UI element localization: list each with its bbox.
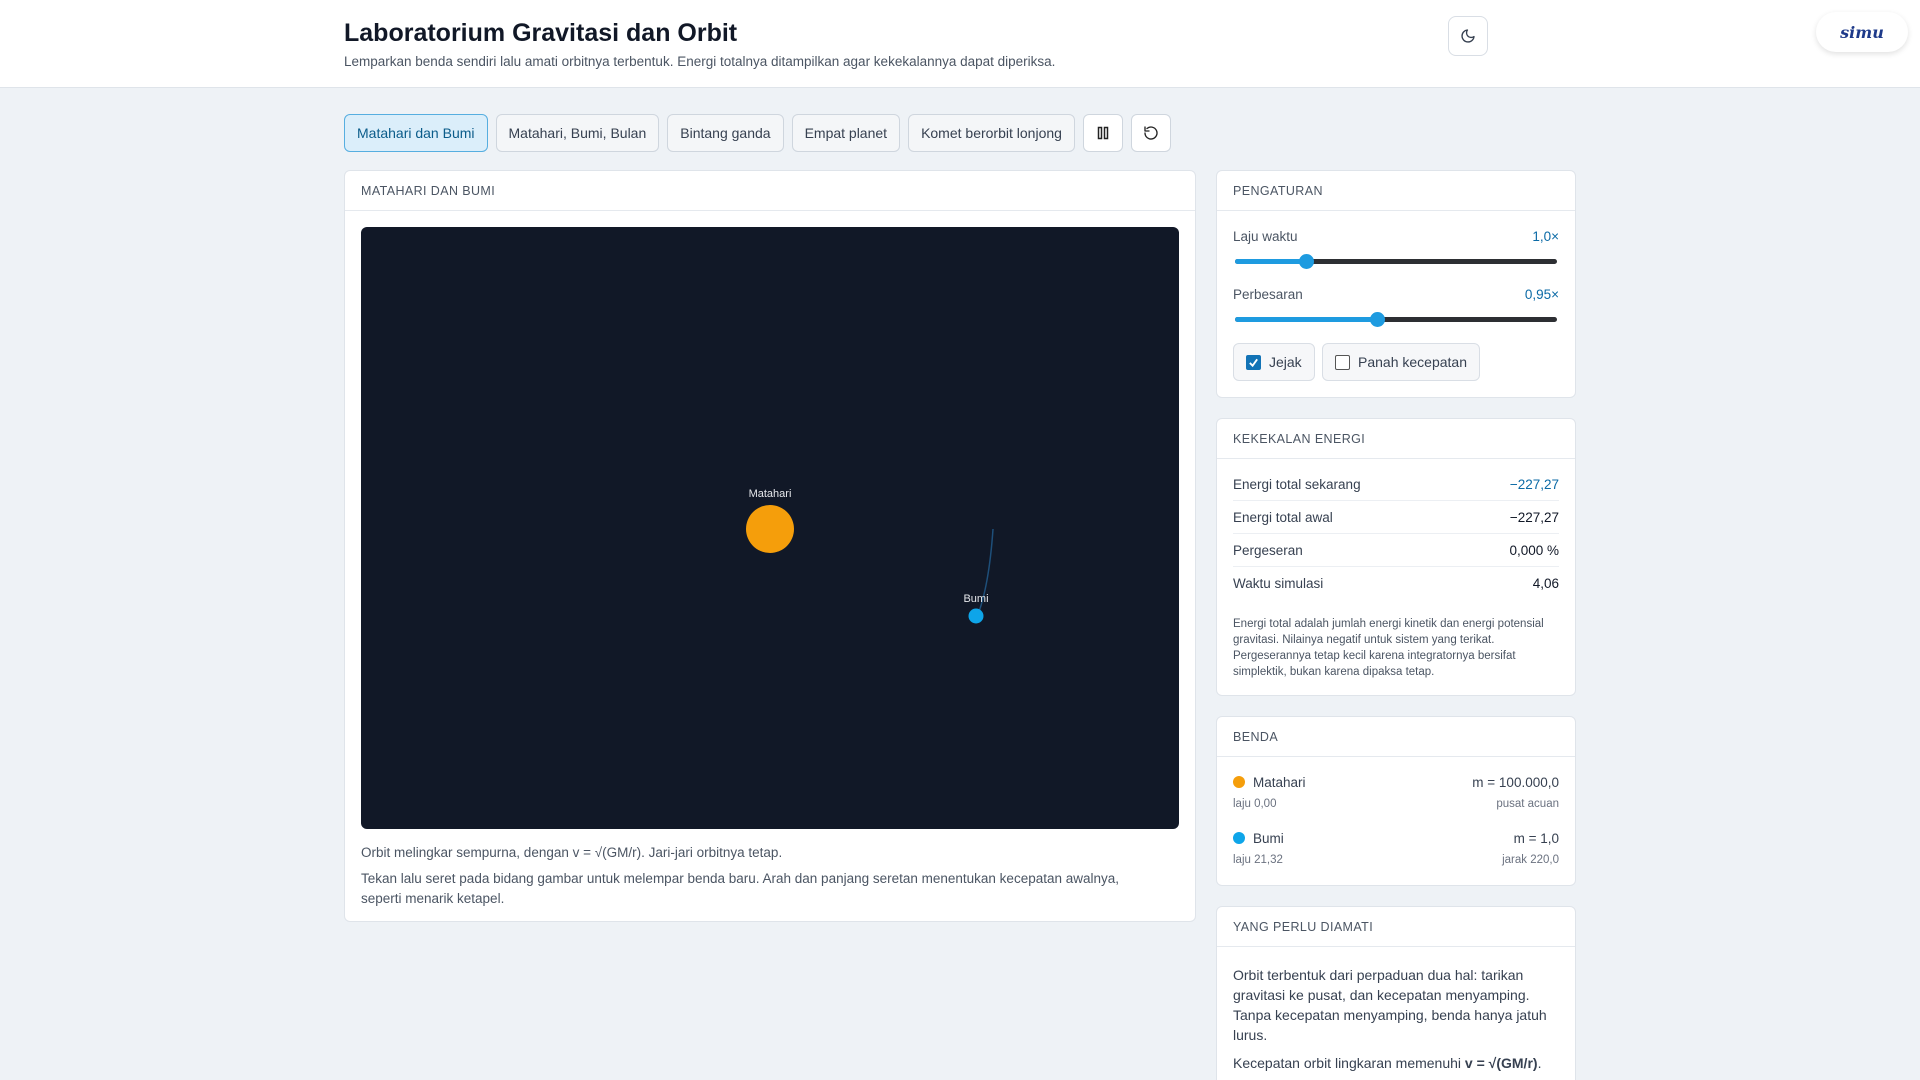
energy-row-current: Energi total sekarang −227,27 <box>1233 468 1559 501</box>
observe-paragraph-1: Orbit terbentuk dari perpaduan dua hal: … <box>1233 967 1547 1043</box>
pause-button[interactable] <box>1082 114 1123 152</box>
earth-label: Bumi <box>963 593 988 605</box>
sun-body <box>746 505 794 553</box>
observe-paragraph-2: Kecepatan orbit lingkaran memenuhi v = √… <box>1233 1053 1553 1073</box>
sun-extra: pusat acuan <box>1496 798 1559 810</box>
page-title: Laboratorium Gravitasi dan Orbit <box>344 19 738 47</box>
check-icon <box>1249 358 1258 367</box>
bodies-panel: Benda Matahari m = 100.000,0 laju 0,00 p… <box>1216 716 1576 886</box>
simulation-panel: Matahari dan Bumi Matahari Bumi Orbit me… <box>344 170 1196 922</box>
orbit-formula: v = √(GM/r) <box>1464 1055 1538 1071</box>
zoom-thumb[interactable] <box>1369 312 1385 327</box>
moon-icon <box>1461 29 1475 43</box>
earth-speed: laju 21,32 <box>1233 854 1283 866</box>
energy-current-value: −227,27 <box>1509 476 1559 492</box>
preset-bar: Matahari dan Bumi Matahari, Bumi, Bulan … <box>344 114 1171 152</box>
orbit-caption: Orbit melingkar sempurna, dengan v = √(G… <box>361 845 783 860</box>
sun-mass: m = 100.000,0 <box>1472 775 1559 790</box>
preset-sun-earth-moon-button[interactable]: Matahari, Bumi, Bulan <box>495 114 660 152</box>
top-bar: Laboratorium Gravitasi dan Orbit Lempark… <box>0 0 1920 88</box>
energy-initial-label: Energi total awal <box>1233 509 1333 525</box>
body-item-sun: Matahari m = 100.000,0 laju 0,00 pusat a… <box>1233 775 1559 827</box>
observe-p2-suffix: . <box>1537 1055 1542 1071</box>
time-rate-fill <box>1235 259 1306 264</box>
energy-row-time: Waktu simulasi 4,06 <box>1233 567 1559 600</box>
velocity-arrow-label: Panah kecepatan <box>1358 354 1467 370</box>
reset-button[interactable] <box>1130 114 1171 152</box>
page-subtitle: Lemparkan benda sendiri lalu amati orbit… <box>344 54 1056 69</box>
trail-label: Jejak <box>1269 354 1302 370</box>
drag-hint: Tekan lalu seret pada bidang gambar untu… <box>361 871 1120 906</box>
preset-comet-button[interactable]: Komet berorbit lonjong <box>908 114 1075 152</box>
zoom-slider[interactable] <box>1235 312 1557 327</box>
orbit-svg: Matahari Bumi <box>746 488 994 624</box>
energy-row-initial: Energi total awal −227,27 <box>1233 501 1559 534</box>
time-rate-value: 1,0× <box>1532 229 1559 244</box>
velocity-arrow-toggle[interactable]: Panah kecepatan <box>1322 343 1480 381</box>
time-rate-thumb[interactable] <box>1298 254 1314 269</box>
earth-name: Bumi <box>1253 831 1284 846</box>
sun-color-dot <box>1233 776 1245 788</box>
energy-row-drift: Pergeseran 0,000 % <box>1233 534 1559 567</box>
zoom-row: Perbesaran 0,95× <box>1233 287 1559 307</box>
preset-binary-star-button[interactable]: Bintang ganda <box>667 114 784 152</box>
settings-heading: Pengaturan <box>1217 171 1575 211</box>
trail-toggle[interactable]: Jejak <box>1233 343 1315 381</box>
simu-logo[interactable]: simu <box>1816 12 1908 52</box>
preset-four-planets-button[interactable]: Empat planet <box>791 114 901 152</box>
energy-drift-label: Pergeseran <box>1233 542 1303 558</box>
sun-label: Matahari <box>749 488 792 500</box>
simulation-canvas[interactable]: Matahari Bumi <box>361 227 1179 829</box>
earth-color-dot <box>1233 832 1245 844</box>
zoom-fill <box>1235 317 1377 322</box>
zoom-value: 0,95× <box>1524 287 1559 302</box>
energy-current-label: Energi total sekarang <box>1233 476 1361 492</box>
pause-icon <box>1097 126 1109 140</box>
preset-sun-earth-button[interactable]: Matahari dan Bumi <box>344 114 488 152</box>
earth-extra: jarak 220,0 <box>1502 854 1559 866</box>
time-rate-slider[interactable] <box>1235 254 1557 269</box>
energy-heading: Kekekalan energi <box>1217 419 1575 459</box>
sim-time-label: Waktu simulasi <box>1233 576 1324 591</box>
trail-checkbox[interactable] <box>1246 354 1261 370</box>
settings-panel: Pengaturan Laju waktu 1,0× Perbesaran 0,… <box>1216 170 1576 398</box>
logo-text: simu <box>1840 22 1884 42</box>
energy-note: Energi total adalah jumlah energi kineti… <box>1233 618 1544 678</box>
sun-name: Matahari <box>1253 775 1306 790</box>
bodies-heading: Benda <box>1217 717 1575 757</box>
velocity-arrow-checkbox[interactable] <box>1335 354 1350 370</box>
energy-drift-value: 0,000 % <box>1509 542 1559 558</box>
reset-icon <box>1144 126 1158 140</box>
simulation-heading: Matahari dan Bumi <box>345 171 1195 211</box>
theme-toggle-button[interactable] <box>1448 16 1488 56</box>
time-rate-row: Laju waktu 1,0× <box>1233 229 1559 249</box>
sim-time-value: 4,06 <box>1532 576 1559 591</box>
energy-panel: Kekekalan energi Energi total sekarang −… <box>1216 418 1576 696</box>
time-rate-label: Laju waktu <box>1233 229 1298 244</box>
observe-panel: Yang perlu diamati Orbit terbentuk dari … <box>1216 906 1576 1080</box>
observe-heading: Yang perlu diamati <box>1217 907 1575 947</box>
earth-body <box>968 608 984 624</box>
observe-p2-prefix: Kecepatan orbit lingkaran memenuhi <box>1233 1055 1465 1071</box>
body-item-earth: Bumi m = 1,0 laju 21,32 jarak 220,0 <box>1233 831 1559 883</box>
zoom-label: Perbesaran <box>1233 287 1303 302</box>
sun-speed: laju 0,00 <box>1233 798 1277 810</box>
energy-initial-value: −227,27 <box>1509 509 1559 525</box>
earth-mass: m = 1,0 <box>1513 831 1559 846</box>
